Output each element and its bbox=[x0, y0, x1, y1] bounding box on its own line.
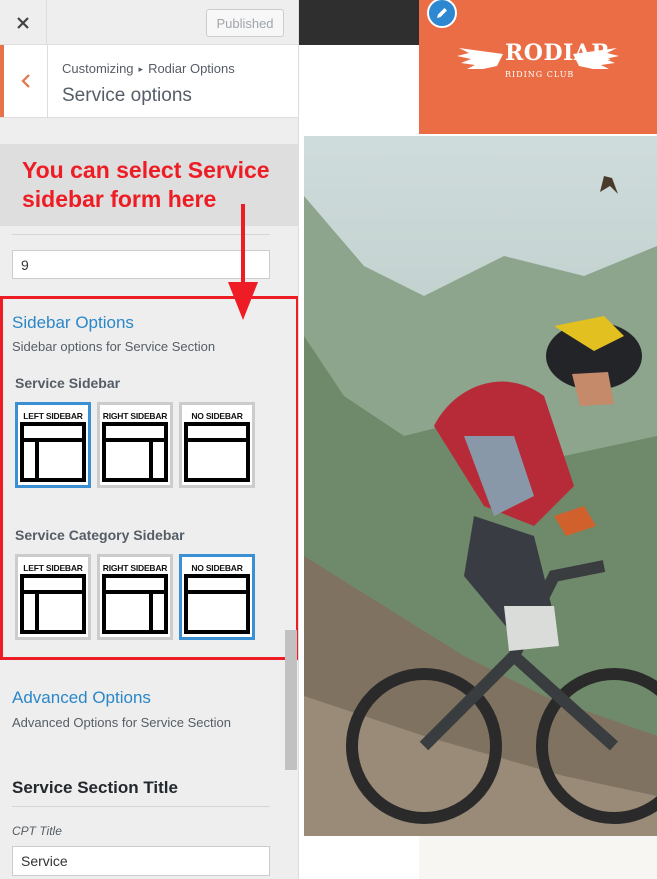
sidebar-options-description: Sidebar options for Service Section bbox=[12, 339, 216, 354]
layout-option-label: LEFT SIDEBAR bbox=[23, 563, 83, 573]
logo-subtitle: RIDING CLUB bbox=[505, 70, 575, 79]
annotation-arrow bbox=[228, 204, 258, 320]
site-preview: RODIAR RIDING CLUB bbox=[299, 0, 657, 879]
close-button[interactable] bbox=[0, 0, 47, 45]
section-title: Service options bbox=[62, 85, 192, 106]
service-category-sidebar-label: Service Category Sidebar bbox=[15, 527, 185, 543]
chevron-left-icon bbox=[20, 74, 30, 88]
divider bbox=[12, 806, 270, 807]
layout-option-label: LEFT SIDEBAR bbox=[23, 411, 83, 421]
layout-option-label: NO SIDEBAR bbox=[191, 563, 243, 573]
pencil-icon bbox=[437, 8, 447, 18]
sidebar-options-group: Sidebar Options Sidebar options for Serv… bbox=[0, 296, 298, 660]
published-button[interactable]: Published bbox=[206, 9, 284, 37]
layout-option-label: RIGHT SIDEBAR bbox=[102, 563, 168, 573]
breadcrumb-parent: Rodiar Options bbox=[148, 61, 235, 76]
service-section-title-heading: Service Section Title bbox=[12, 778, 178, 797]
left-sidebar-layout-icon bbox=[20, 574, 86, 634]
breadcrumb: Customizing ▸ Rodiar Options bbox=[62, 61, 235, 76]
breadcrumb-root: Customizing bbox=[62, 61, 134, 76]
right-sidebar-layout-icon bbox=[102, 422, 168, 482]
layout-option-label: RIGHT SIDEBAR bbox=[102, 411, 168, 421]
category-sidebar-none-option[interactable]: NO SIDEBAR bbox=[179, 554, 255, 640]
no-sidebar-layout-icon bbox=[184, 422, 250, 482]
service-sidebar-label: Service Sidebar bbox=[15, 375, 121, 391]
back-button[interactable] bbox=[0, 45, 48, 117]
mountain-biker-photo bbox=[304, 136, 657, 836]
panel-scrollbar[interactable] bbox=[285, 630, 297, 770]
service-sidebar-left-option[interactable]: LEFT SIDEBAR bbox=[15, 402, 91, 488]
no-sidebar-layout-icon bbox=[184, 574, 250, 634]
advanced-options-title[interactable]: Advanced Options bbox=[12, 688, 151, 708]
layout-option-label: NO SIDEBAR bbox=[191, 411, 243, 421]
breadcrumb-separator: ▸ bbox=[138, 64, 144, 74]
logo-title: RODIAR bbox=[505, 40, 611, 66]
right-sidebar-layout-icon bbox=[102, 574, 168, 634]
customizer-panel: Published Customizing ▸ Rodiar Options Ser… bbox=[0, 0, 299, 879]
sidebar-options-title[interactable]: Sidebar Options bbox=[12, 313, 134, 333]
left-sidebar-layout-icon bbox=[20, 422, 86, 482]
section-header: Customizing ▸ Rodiar Options Service optio… bbox=[0, 45, 298, 118]
cpt-title-label: CPT Title bbox=[12, 824, 62, 838]
preview-footer-strip bbox=[419, 836, 657, 879]
service-sidebar-right-option[interactable]: RIGHT SIDEBAR bbox=[97, 402, 173, 488]
service-sidebar-none-option[interactable]: NO SIDEBAR bbox=[179, 402, 255, 488]
cpt-title-input[interactable] bbox=[12, 846, 270, 876]
preview-header-bar bbox=[299, 0, 419, 45]
category-sidebar-right-option[interactable]: RIGHT SIDEBAR bbox=[97, 554, 173, 640]
advanced-options-description: Advanced Options for Service Section bbox=[12, 715, 231, 730]
category-sidebar-left-option[interactable]: LEFT SIDEBAR bbox=[15, 554, 91, 640]
customizer-topbar: Published bbox=[0, 0, 298, 45]
close-icon bbox=[17, 16, 29, 29]
